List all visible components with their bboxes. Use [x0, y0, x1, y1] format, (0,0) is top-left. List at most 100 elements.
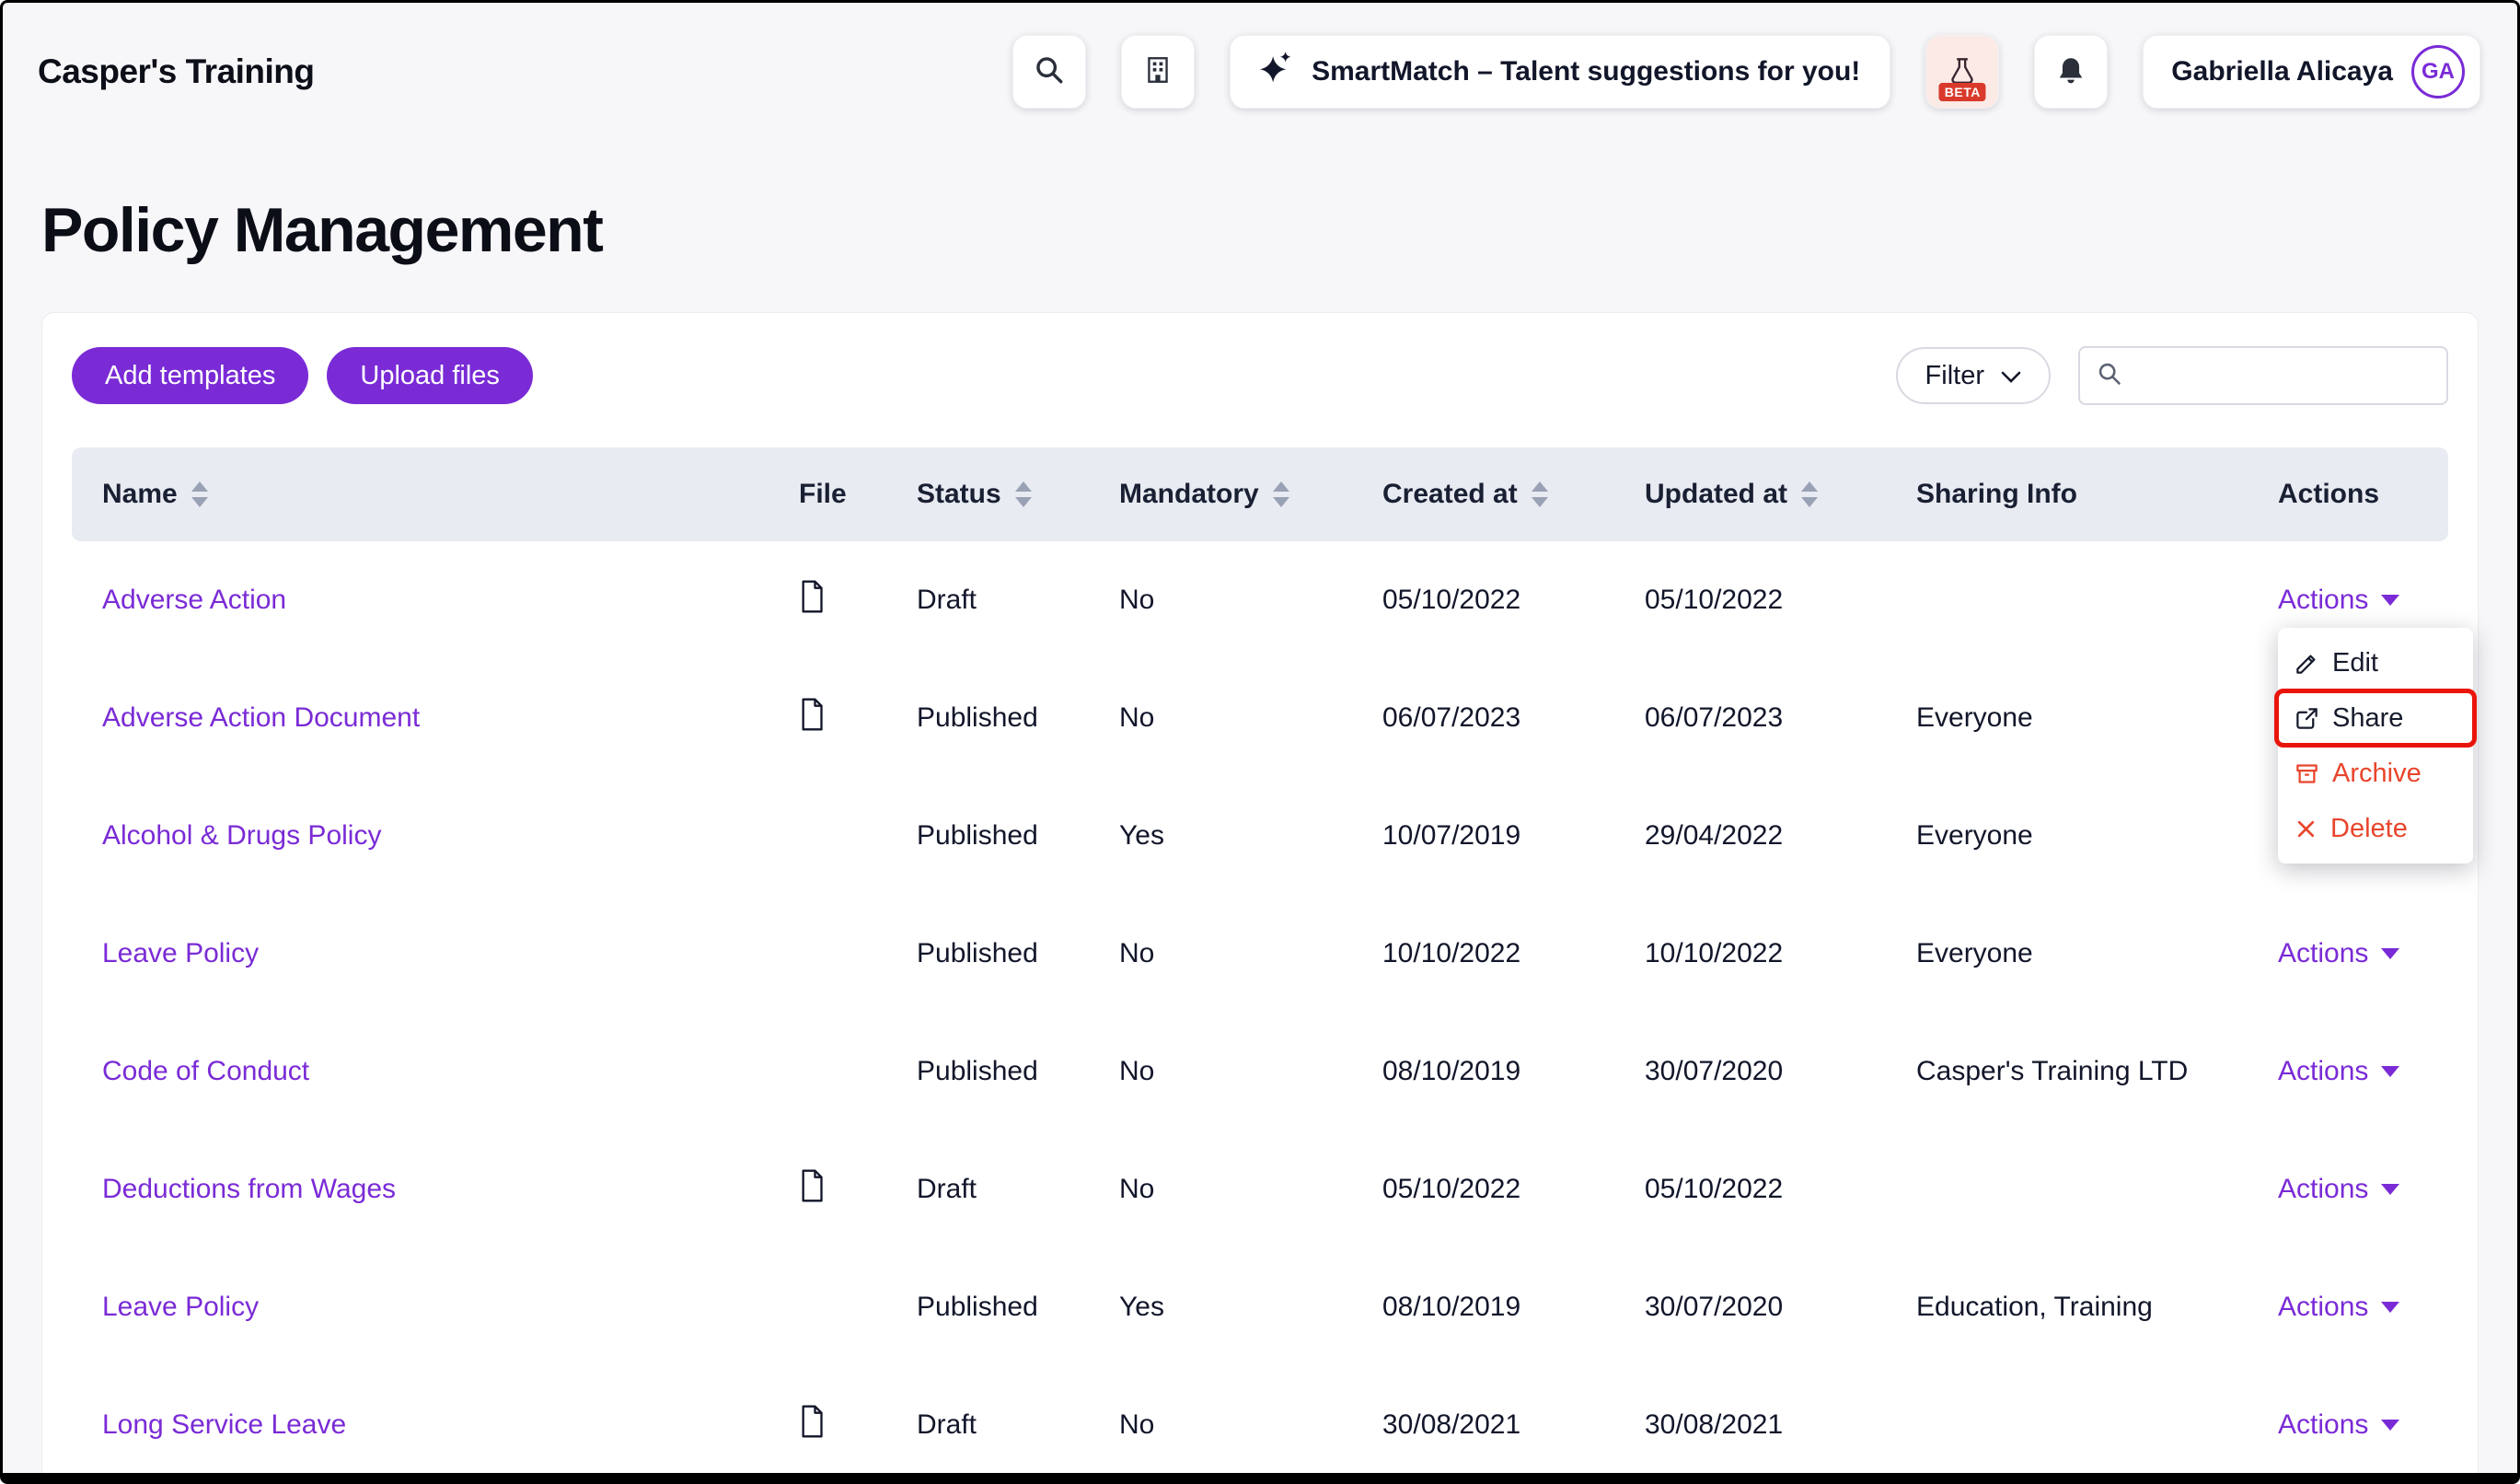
- row-actions-button[interactable]: Actions: [2278, 1292, 2448, 1323]
- policy-name-link[interactable]: Adverse Action: [72, 585, 799, 616]
- card-toolbar: Add templates Upload files Filter: [72, 346, 2448, 405]
- smartmatch-button[interactable]: SmartMatch – Talent suggestions for you!: [1230, 35, 1891, 109]
- sharing-info-cell: Casper's Training LTD: [1916, 1056, 2189, 1086]
- mandatory-cell: No: [1119, 938, 1155, 968]
- row-actions-button[interactable]: Actions: [2278, 1409, 2448, 1441]
- file-icon[interactable]: [799, 580, 825, 620]
- column-header-mandatory[interactable]: Mandatory: [1119, 479, 1382, 510]
- menu-item-label: Delete: [2330, 813, 2408, 843]
- status-cell: Published: [917, 938, 1038, 968]
- updated-at-cell: 30/07/2020: [1645, 1056, 1784, 1086]
- table-search-input[interactable]: [2135, 360, 2430, 391]
- menu-item-delete[interactable]: Delete: [2278, 801, 2473, 856]
- created-at-cell: 08/10/2019: [1382, 1056, 1521, 1086]
- status-cell: Draft: [917, 1174, 977, 1204]
- sort-icon[interactable]: [1800, 481, 1819, 508]
- policy-name-link[interactable]: Code of Conduct: [72, 1056, 799, 1087]
- column-header-updated-at[interactable]: Updated at: [1645, 479, 1916, 510]
- row-actions-label: Actions: [2278, 1174, 2369, 1204]
- row-actions-button[interactable]: Actions: [2278, 1056, 2448, 1087]
- updated-at-cell: 30/07/2020: [1645, 1292, 1784, 1322]
- search-icon: [2097, 361, 2122, 391]
- row-actions-button[interactable]: Actions: [2278, 938, 2448, 969]
- status-cell: Draft: [917, 585, 977, 615]
- mandatory-cell: No: [1119, 585, 1155, 615]
- column-header-created-at[interactable]: Created at: [1382, 479, 1645, 510]
- column-header-status[interactable]: Status: [917, 479, 1119, 510]
- upload-files-button[interactable]: Upload files: [327, 347, 533, 404]
- sort-icon[interactable]: [1531, 481, 1549, 508]
- policy-name-link[interactable]: Leave Policy: [72, 1292, 799, 1323]
- add-templates-button[interactable]: Add templates: [72, 347, 309, 404]
- row-actions-label: Actions: [2278, 1292, 2369, 1322]
- file-icon[interactable]: [799, 1405, 825, 1444]
- sort-icon[interactable]: [1272, 481, 1290, 508]
- column-label: Updated at: [1645, 479, 1788, 509]
- building-icon: [1142, 54, 1173, 90]
- row-actions-label: Actions: [2278, 1056, 2369, 1086]
- beta-labs-button[interactable]: BETA: [1925, 35, 2000, 109]
- menu-item-label: Archive: [2332, 758, 2422, 788]
- app-window: Casper's Training SmartMatch – Talent su…: [0, 0, 2520, 1484]
- policy-name-link[interactable]: Alcohol & Drugs Policy: [72, 820, 799, 852]
- menu-item-edit[interactable]: Edit: [2278, 635, 2473, 690]
- policy-name-link[interactable]: Long Service Leave: [72, 1409, 799, 1441]
- policy-management-card: Add templates Upload files Filter Name Fi…: [41, 312, 2479, 1473]
- column-header-name[interactable]: Name: [72, 479, 799, 510]
- mandatory-cell: No: [1119, 1056, 1155, 1086]
- sharing-info-cell: Everyone: [1916, 702, 2033, 733]
- user-menu-button[interactable]: Gabriella Alicaya GA: [2143, 35, 2480, 109]
- filter-label: Filter: [1925, 360, 1984, 390]
- column-header-file: File: [799, 479, 917, 510]
- file-cell: [799, 1169, 917, 1210]
- organisation-button[interactable]: [1121, 35, 1196, 109]
- sharing-info-cell: Education, Training: [1916, 1292, 2153, 1322]
- policy-name-link[interactable]: Adverse Action Document: [72, 702, 799, 734]
- notifications-button[interactable]: [2034, 35, 2109, 109]
- table-row: Leave Policy Published Yes 08/10/2019 30/07/…: [72, 1248, 2448, 1366]
- pencil-icon: [2295, 651, 2319, 676]
- column-label: Sharing Info: [1916, 479, 2077, 509]
- mandatory-cell: Yes: [1119, 1292, 1164, 1322]
- status-cell: Published: [917, 1292, 1038, 1322]
- policy-name-link[interactable]: Deductions from Wages: [72, 1174, 799, 1205]
- bell-icon: [2055, 54, 2087, 90]
- row-actions-label: Actions: [2278, 585, 2369, 615]
- created-at-cell: 05/10/2022: [1382, 1174, 1521, 1204]
- filter-button[interactable]: Filter: [1895, 347, 2051, 404]
- smartmatch-label: SmartMatch – Talent suggestions for you!: [1312, 56, 1861, 87]
- row-actions-button[interactable]: Actions: [2278, 1174, 2448, 1205]
- actions-dropdown-menu: Edit Share Archive Delete: [2274, 628, 2477, 864]
- created-at-cell: 05/10/2022: [1382, 585, 1521, 615]
- table-body: Adverse Action Draft No 05/10/2022 05/10/202…: [72, 541, 2448, 1473]
- menu-item-archive[interactable]: Archive: [2278, 746, 2473, 801]
- status-cell: Draft: [917, 1409, 977, 1440]
- avatar: GA: [2411, 45, 2465, 99]
- sort-icon[interactable]: [1014, 481, 1033, 508]
- caret-down-icon: [2381, 595, 2400, 606]
- row-actions-button[interactable]: Actions: [2278, 585, 2448, 616]
- table-search: [2078, 346, 2448, 405]
- sort-icon[interactable]: [191, 481, 209, 508]
- column-label: Mandatory: [1119, 479, 1259, 509]
- status-cell: Published: [917, 702, 1038, 733]
- created-at-cell: 08/10/2019: [1382, 1292, 1521, 1322]
- status-cell: Published: [917, 820, 1038, 851]
- x-icon: [2295, 817, 2318, 841]
- file-cell: [799, 1405, 917, 1445]
- menu-item-share[interactable]: Share: [2274, 689, 2477, 748]
- brand-title: Casper's Training: [38, 52, 315, 90]
- policy-name-link[interactable]: Leave Policy: [72, 938, 799, 969]
- created-at-cell: 10/07/2019: [1382, 820, 1521, 851]
- table-row: Adverse Action Draft No 05/10/2022 05/10/202…: [72, 541, 2448, 659]
- file-icon[interactable]: [799, 1169, 825, 1209]
- column-header-sharing-info: Sharing Info: [1916, 479, 2278, 510]
- caret-down-icon: [2381, 948, 2400, 959]
- created-at-cell: 10/10/2022: [1382, 938, 1521, 968]
- updated-at-cell: 05/10/2022: [1645, 585, 1784, 615]
- mandatory-cell: Yes: [1119, 820, 1164, 851]
- table-row: Alcohol & Drugs Policy Published Yes 10/07/…: [72, 777, 2448, 895]
- updated-at-cell: 29/04/2022: [1645, 820, 1784, 851]
- search-button[interactable]: [1012, 35, 1087, 109]
- file-icon[interactable]: [799, 698, 825, 737]
